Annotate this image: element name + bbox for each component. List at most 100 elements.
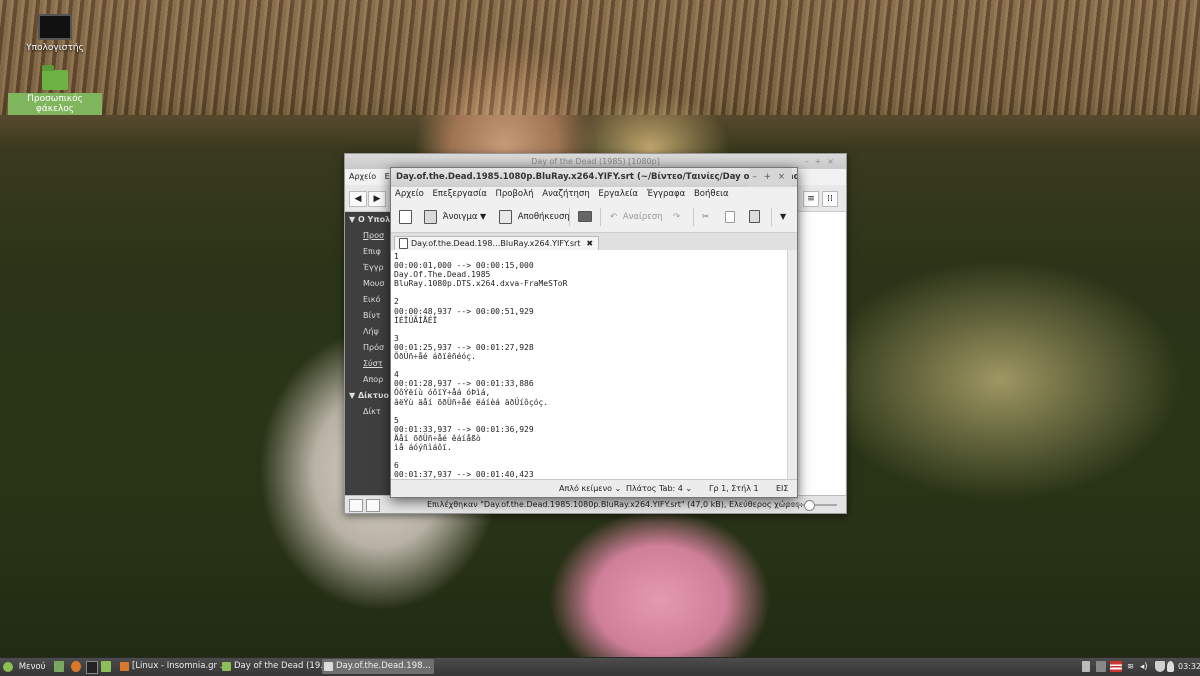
- tab-label: Day.of.the.Dead.198…BluRay.x264.YIFY.srt: [411, 239, 581, 248]
- menu-tools[interactable]: Εργαλεία: [598, 189, 638, 199]
- taskbar: Μενού [Linux - Insomnia.gr … Day of the …: [0, 657, 1200, 676]
- sidebar-item-desktop[interactable]: Επιφ: [345, 244, 391, 260]
- language-selector[interactable]: Απλό κείμενο ⌄: [559, 480, 621, 497]
- save-label: Αποθήκευση: [517, 212, 570, 222]
- sidebar-header-network[interactable]: ▼ Δίκτυο: [345, 388, 391, 404]
- print-button[interactable]: [578, 208, 592, 226]
- terminal-icon[interactable]: [86, 661, 98, 674]
- status-text: Επιλέχθηκαν "Day.of.the.Dead.1985.1080p.…: [427, 500, 803, 509]
- menubar: Αρχείο Επεξεργασία Προβολή Αναζήτηση Εργ…: [391, 187, 797, 202]
- window-title: Day of the Dead (1985) [1080p]: [531, 157, 660, 166]
- save-icon: [499, 209, 512, 224]
- update-shield-icon[interactable]: [1155, 661, 1165, 672]
- sidebar-item-pictures[interactable]: Εικό: [345, 292, 391, 308]
- places-toggle-icon[interactable]: [349, 499, 363, 512]
- desktop-icon-computer[interactable]: Υπολογιστής: [22, 14, 88, 54]
- document-tab[interactable]: Day.of.the.Dead.198…BluRay.x264.YIFY.srt…: [394, 236, 600, 251]
- window-title: Day.of.the.Dead.1985.1080p.BluRay.x264.Y…: [396, 172, 797, 182]
- menu-search[interactable]: Αναζήτηση: [542, 189, 589, 199]
- show-desktop-icon[interactable]: [54, 661, 64, 672]
- taskbar-window-label: Day.of.the.Dead.198…: [336, 661, 432, 671]
- chevron-down-icon: ⌄: [614, 484, 622, 493]
- open-button[interactable]: Άνοιγμα: [424, 208, 477, 226]
- toolbar-separator: [600, 208, 601, 226]
- tab-width-selector[interactable]: Πλάτος Tab: 4 ⌄: [626, 480, 692, 497]
- start-menu-button[interactable]: Μενού: [3, 658, 46, 676]
- copy-button[interactable]: [725, 208, 735, 226]
- sidebar-header-computer[interactable]: ▼ Ο Υπολ: [345, 212, 391, 228]
- zoom-slider-handle[interactable]: [804, 500, 815, 511]
- window-titlebar[interactable]: Day.of.the.Dead.1985.1080p.BluRay.x264.Y…: [391, 168, 797, 187]
- sidebar-item-filesystem[interactable]: Σύστ: [345, 356, 391, 372]
- cursor-position: Γρ 1, Στήλ 1: [709, 484, 759, 493]
- sidebar-item-downloads[interactable]: Λήψ: [345, 324, 391, 340]
- desktop-icon-label: Προσωπικός φάκελος: [8, 93, 102, 115]
- paste-button[interactable]: [749, 208, 760, 226]
- tree-toggle-icon[interactable]: [366, 499, 380, 512]
- mint-logo-icon: [3, 661, 13, 672]
- firefox-icon[interactable]: [71, 661, 81, 672]
- menu-documents[interactable]: Έγγραφα: [647, 189, 686, 199]
- cut-button[interactable]: ✂: [702, 208, 709, 226]
- new-document-button[interactable]: [399, 208, 412, 226]
- sidebar-item-home[interactable]: Προσ: [345, 228, 391, 244]
- window-controls[interactable]: –+×: [748, 168, 792, 187]
- taskbar-window-label: [Linux - Insomnia.gr …: [132, 661, 229, 671]
- text-editor-window[interactable]: Day.of.the.Dead.1985.1080p.BluRay.x264.Y…: [390, 167, 798, 498]
- us-flag-icon[interactable]: [1110, 661, 1122, 672]
- menu-file[interactable]: Αρχείο: [349, 172, 376, 181]
- redo-icon: ↷: [673, 212, 681, 222]
- vertical-scrollbar[interactable]: [787, 250, 797, 479]
- toolbar-overflow-button[interactable]: ▼: [780, 208, 786, 226]
- sidebar-item-music[interactable]: Μουσ: [345, 276, 391, 292]
- compact-view-icon[interactable]: ⁞⁞: [822, 191, 838, 207]
- document-content[interactable]: 1 00:00:01,000 --> 00:00:15,000 Day.Of.T…: [391, 250, 787, 479]
- printer-icon: [578, 211, 592, 222]
- sidebar: ▼ Ο Υπολ Προσ Επιφ Έγγρ Μουσ Εικό Βίντ Λ…: [345, 212, 391, 497]
- forward-arrow-icon[interactable]: ▶: [368, 191, 386, 207]
- undo-button[interactable]: ↶ Αναίρεση: [610, 208, 663, 226]
- user-icon[interactable]: [1167, 661, 1174, 672]
- close-tab-icon[interactable]: ✖: [586, 239, 593, 248]
- toolbar-separator: [771, 208, 772, 226]
- text-editor-area[interactable]: 1 00:00:01,000 --> 00:00:15,000 Day.Of.T…: [391, 250, 787, 479]
- keyboard-layout-icon[interactable]: [1096, 661, 1106, 672]
- network-icon[interactable]: ≋: [1127, 658, 1134, 672]
- menu-edit[interactable]: Επεξεργασία: [433, 189, 487, 199]
- menu-file[interactable]: Αρχείο: [395, 189, 424, 199]
- firefox-icon: [120, 662, 129, 671]
- menu-view[interactable]: Προβολή: [496, 189, 534, 199]
- file-view[interactable]: [800, 212, 845, 497]
- text-file-icon: [399, 238, 408, 249]
- menu-label: Μενού: [18, 662, 46, 672]
- insert-mode: ΕΙΣ: [776, 484, 789, 493]
- taskbar-window-browser[interactable]: [Linux - Insomnia.gr …: [118, 659, 230, 674]
- taskbar-window-file-manager[interactable]: Day of the Dead (19…: [220, 659, 332, 674]
- sidebar-item-recent[interactable]: Πρόσ: [345, 340, 391, 356]
- clipboard-icon[interactable]: [1082, 661, 1090, 672]
- sidebar-item-videos[interactable]: Βίντ: [345, 308, 391, 324]
- open-recent-dropdown[interactable]: ▼: [480, 208, 486, 226]
- computer-icon: [38, 14, 72, 40]
- copy-icon: [725, 210, 735, 223]
- volume-icon[interactable]: ◂): [1140, 658, 1148, 672]
- redo-button[interactable]: ↷: [673, 208, 680, 226]
- desktop-icon-label: Υπολογιστής: [26, 43, 84, 53]
- back-arrow-icon[interactable]: ◀: [349, 191, 367, 207]
- taskbar-window-label: Day of the Dead (19…: [234, 661, 329, 671]
- sidebar-item-network[interactable]: Δίκτ: [345, 404, 391, 420]
- clipboard-icon: [749, 210, 760, 223]
- undo-icon: ↶: [610, 212, 618, 222]
- window-controls[interactable]: –+×: [805, 154, 840, 169]
- toolbar-separator: [569, 208, 570, 226]
- desktop-icon-home[interactable]: Προσωπικός φάκελος: [8, 65, 102, 115]
- taskbar-window-text-editor[interactable]: Day.of.the.Dead.198…: [322, 659, 434, 674]
- sidebar-item-trash[interactable]: Απορ: [345, 372, 391, 388]
- status-bar: Απλό κείμενο ⌄ Πλάτος Tab: 4 ⌄ Γρ 1, Στή…: [391, 479, 797, 497]
- undo-label: Αναίρεση: [622, 212, 663, 222]
- files-icon[interactable]: [101, 661, 111, 672]
- save-button[interactable]: Αποθήκευση: [499, 208, 570, 226]
- menu-help[interactable]: Βοήθεια: [694, 189, 729, 199]
- sidebar-item-documents[interactable]: Έγγρ: [345, 260, 391, 276]
- list-view-icon[interactable]: ≡: [803, 191, 819, 207]
